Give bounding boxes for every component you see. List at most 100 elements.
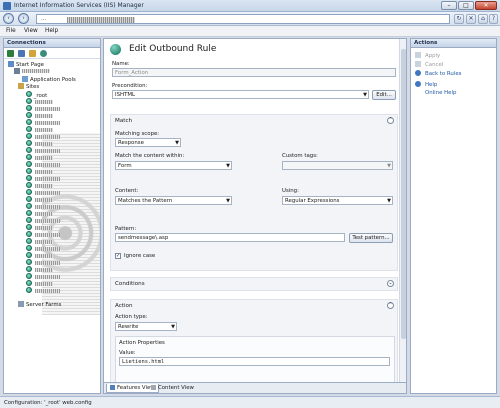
help-circle-icon bbox=[415, 81, 421, 87]
edit-precondition-button[interactable]: Edit... bbox=[372, 90, 396, 100]
name-field[interactable]: Form_Action bbox=[112, 68, 396, 77]
action-type-label: Action type: bbox=[115, 314, 148, 320]
site-name-redacted bbox=[35, 142, 53, 146]
maximize-button[interactable]: □ bbox=[458, 1, 474, 10]
pattern-label: Pattern: bbox=[115, 226, 137, 232]
back-to-rules-action[interactable]: Back to Rules bbox=[415, 70, 461, 77]
forward-button[interactable]: › bbox=[18, 13, 29, 24]
folder-icon[interactable] bbox=[29, 50, 36, 57]
globe-icon bbox=[26, 203, 32, 209]
site-name-redacted bbox=[35, 149, 60, 153]
precondition-select[interactable]: ISHTML ▼ bbox=[112, 90, 369, 99]
conditions-section: Conditions ⌄ bbox=[110, 277, 398, 291]
close-button[interactable]: ✕ bbox=[475, 1, 497, 10]
match-within-select[interactable]: Form ▼ bbox=[115, 161, 232, 170]
rule-editor: Edit Outbound Rule Name: Form_Action Pre… bbox=[104, 39, 400, 382]
action-type-select[interactable]: Rewrite ▼ bbox=[115, 322, 177, 331]
server-name-redacted bbox=[22, 69, 50, 73]
minimize-button[interactable]: – bbox=[441, 1, 457, 10]
apply-action[interactable]: Apply bbox=[415, 52, 440, 59]
action-properties-label: Action Properties bbox=[119, 340, 165, 346]
back-button[interactable]: ‹ bbox=[3, 13, 14, 24]
ignore-case-checkbox[interactable]: ✓ bbox=[115, 253, 121, 259]
globe-icon bbox=[26, 98, 32, 104]
content-view-icon bbox=[151, 385, 156, 390]
test-pattern-button[interactable]: Test pattern... bbox=[349, 233, 393, 243]
menu-view[interactable]: View bbox=[24, 28, 38, 34]
status-bar: Configuration: '_root' web.config bbox=[0, 396, 500, 408]
actions-header: Actions bbox=[411, 39, 496, 48]
action-label: Apply bbox=[425, 53, 441, 59]
tree-item-start-page[interactable]: Start Page bbox=[8, 61, 44, 68]
online-help-action[interactable]: Online Help bbox=[425, 90, 456, 96]
site-name-redacted bbox=[35, 170, 53, 174]
content-select[interactable]: Matches the Pattern ▼ bbox=[115, 196, 232, 205]
page-title: Edit Outbound Rule bbox=[129, 44, 217, 54]
menu-bar: File View Help bbox=[0, 26, 500, 37]
tab-content-view[interactable]: Content View bbox=[148, 384, 197, 393]
chevron-down-icon: ▼ bbox=[175, 140, 179, 146]
globe-icon bbox=[26, 231, 32, 237]
refresh-icon[interactable]: ↻ bbox=[454, 14, 464, 24]
title-bar: Internet Information Services (IIS) Mana… bbox=[0, 0, 500, 12]
help-icon[interactable]: ? bbox=[489, 14, 498, 24]
site-icon[interactable] bbox=[40, 50, 47, 57]
ignore-case-label: Ignore case bbox=[124, 253, 156, 259]
action-value-field[interactable]: Lietiens.html bbox=[119, 357, 390, 366]
globe-icon bbox=[26, 252, 32, 258]
matching-scope-select[interactable]: Response ▼ bbox=[115, 138, 181, 147]
section-title: Action bbox=[115, 303, 133, 309]
connections-toolbar bbox=[4, 48, 100, 59]
custom-tags-label: Custom tags: bbox=[282, 153, 318, 159]
site-name-redacted bbox=[35, 114, 53, 118]
action-section: Action ⌃ Action type: Rewrite ▼ Action Pr… bbox=[110, 299, 398, 382]
site-name-redacted bbox=[35, 240, 53, 244]
menu-help[interactable]: Help bbox=[45, 28, 58, 34]
match-within-label: Match the content within: bbox=[115, 153, 185, 159]
status-text: Configuration: '_root' web.config bbox=[4, 400, 92, 406]
address-bar[interactable]: … bbox=[36, 14, 450, 24]
match-header[interactable]: Match ⌃ bbox=[111, 115, 397, 127]
globe-icon bbox=[26, 245, 32, 251]
app-pools-icon bbox=[22, 76, 28, 82]
globe-icon bbox=[26, 287, 32, 293]
site-name-redacted bbox=[35, 205, 60, 209]
site-name-redacted bbox=[35, 282, 53, 286]
using-select[interactable]: Regular Expressions ▼ bbox=[282, 196, 393, 205]
custom-tags-select[interactable]: ▼ bbox=[282, 161, 393, 170]
tree-item-server-farms[interactable]: Server Farms bbox=[18, 301, 61, 308]
select-value: ISHTML bbox=[115, 92, 136, 98]
tree-item-server[interactable] bbox=[14, 68, 50, 75]
save-icon[interactable] bbox=[18, 50, 25, 57]
main-scrollbar[interactable] bbox=[399, 39, 406, 382]
globe-icon bbox=[26, 238, 32, 244]
expand-icon[interactable]: ⌄ bbox=[387, 280, 394, 287]
collapse-icon[interactable]: ⌃ bbox=[387, 117, 394, 124]
stop-icon[interactable]: ✕ bbox=[466, 14, 476, 24]
tree-item-sites[interactable]: Sites bbox=[18, 83, 39, 90]
site-name-redacted bbox=[35, 128, 53, 132]
home-icon[interactable]: ⌂ bbox=[478, 14, 488, 24]
globe-icon bbox=[26, 147, 32, 153]
connections-tree: Start Page Application Pools Sites _root… bbox=[4, 60, 100, 393]
connect-icon[interactable] bbox=[7, 50, 14, 57]
menu-file[interactable]: File bbox=[6, 28, 16, 34]
action-label: Back to Rules bbox=[425, 71, 462, 77]
tree-item-site[interactable] bbox=[26, 287, 60, 295]
cancel-action[interactable]: Cancel bbox=[415, 61, 443, 68]
conditions-header[interactable]: Conditions ⌄ bbox=[111, 278, 397, 290]
site-name-redacted bbox=[35, 275, 60, 279]
action-header[interactable]: Action ⌃ bbox=[111, 300, 397, 312]
globe-icon bbox=[26, 168, 32, 174]
scrollbar-thumb[interactable] bbox=[401, 49, 406, 339]
globe-icon bbox=[26, 175, 32, 181]
chevron-down-icon: ▼ bbox=[171, 324, 175, 330]
collapse-icon[interactable]: ⌃ bbox=[387, 302, 394, 309]
tree-item-app-pools[interactable]: Application Pools bbox=[22, 76, 76, 83]
globe-icon bbox=[26, 105, 32, 111]
globe-icon bbox=[26, 182, 32, 188]
globe-icon bbox=[26, 280, 32, 286]
help-action[interactable]: Help bbox=[415, 81, 437, 88]
tab-label: Content View bbox=[158, 385, 194, 391]
pattern-field[interactable]: sendmessage\.asp bbox=[115, 233, 345, 242]
